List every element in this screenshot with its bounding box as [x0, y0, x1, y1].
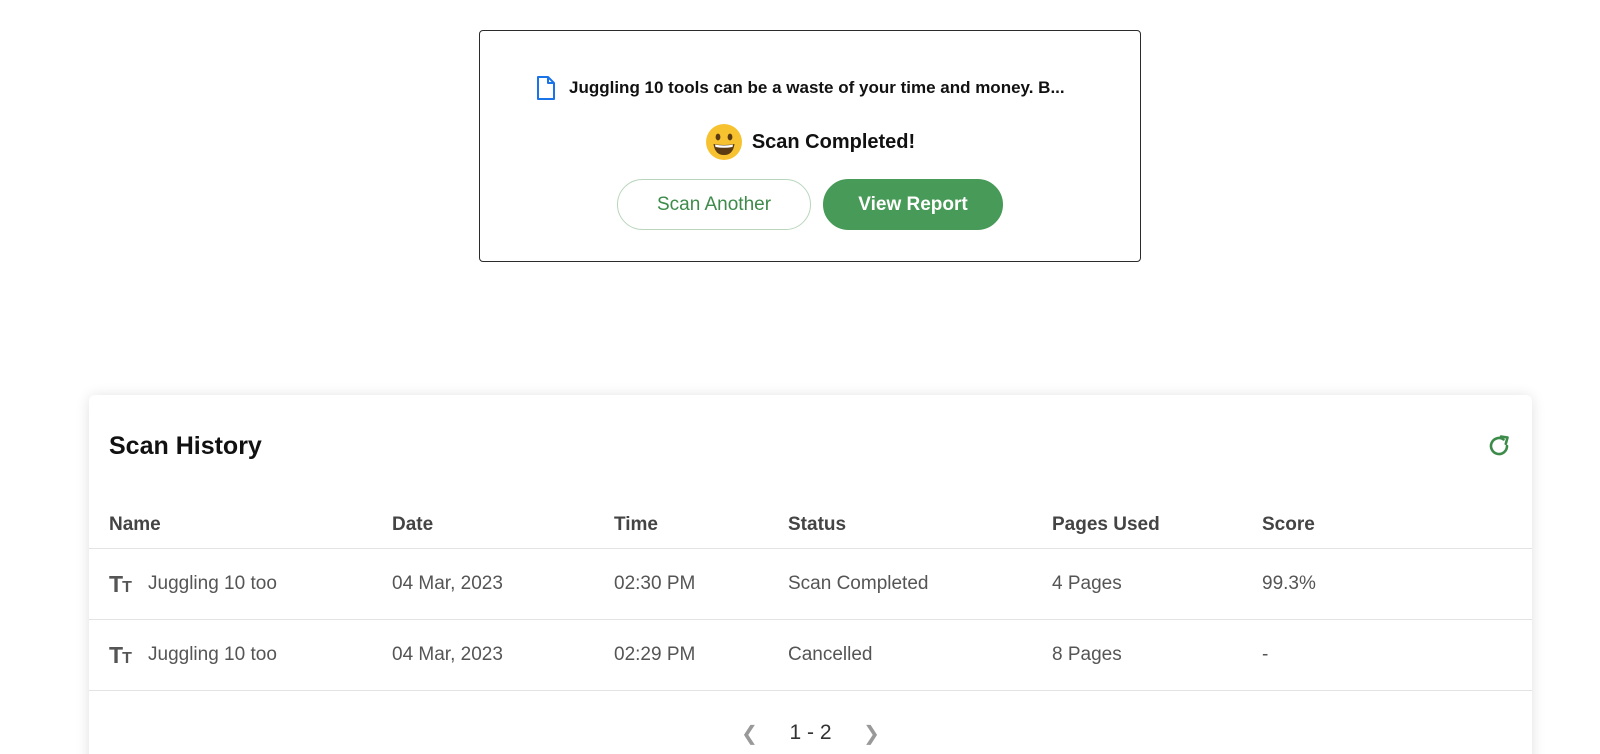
row-status: Cancelled [788, 644, 873, 665]
row-name: Juggling 10 too [148, 573, 277, 594]
column-header-date[interactable]: Date [392, 514, 614, 536]
row-score: - [1262, 644, 1269, 665]
column-header-name[interactable]: Name [89, 514, 392, 536]
column-header-status[interactable]: Status [788, 514, 1052, 536]
table-row[interactable]: TT Juggling 10 too 04 Mar, 2023 02:30 PM… [89, 549, 1532, 620]
document-row: Juggling 10 tools can be a waste of your… [535, 75, 1065, 101]
column-header-score[interactable]: Score [1262, 514, 1462, 536]
result-actions: Scan Another View Report [480, 179, 1140, 230]
row-time: 02:30 PM [614, 573, 696, 594]
scan-history-title: Scan History [109, 431, 262, 460]
chevron-right-icon[interactable]: ❯ [860, 721, 884, 746]
column-header-time[interactable]: Time [614, 514, 788, 536]
pagination: ❮ 1 - 2 ❯ [89, 713, 1532, 753]
row-name-cell: TT Juggling 10 too [89, 641, 392, 668]
row-name-cell: TT Juggling 10 too [89, 570, 392, 597]
pagination-range: 1 - 2 [789, 721, 832, 744]
text-type-icon: TT [109, 570, 132, 597]
row-name: Juggling 10 too [148, 644, 277, 665]
scan-history-panel: Scan History Name Date Time Status Pages… [89, 395, 1532, 754]
row-date: 04 Mar, 2023 [392, 644, 503, 665]
text-type-icon: TT [109, 641, 132, 668]
scan-result-card: Juggling 10 tools can be a waste of your… [479, 30, 1141, 262]
row-pages-used: 4 Pages [1052, 573, 1122, 594]
smiley-emoji-icon [705, 123, 743, 161]
row-status: Scan Completed [788, 573, 929, 594]
table-header: Name Date Time Status Pages Used Score [89, 501, 1532, 549]
column-header-pages-used[interactable]: Pages Used [1052, 514, 1262, 536]
scan-status-row: Scan Completed! [480, 123, 1140, 161]
document-title: Juggling 10 tools can be a waste of your… [569, 78, 1065, 97]
row-score: 99.3% [1262, 573, 1316, 594]
row-time: 02:29 PM [614, 644, 696, 665]
view-report-button[interactable]: View Report [823, 179, 1003, 230]
table-row[interactable]: TT Juggling 10 too 04 Mar, 2023 02:29 PM… [89, 620, 1532, 691]
chevron-left-icon[interactable]: ❮ [737, 721, 761, 746]
document-icon [535, 75, 557, 101]
row-date: 04 Mar, 2023 [392, 573, 503, 594]
refresh-icon[interactable] [1486, 433, 1512, 459]
scan-status-text: Scan Completed! [751, 130, 916, 153]
scan-history-table: Name Date Time Status Pages Used Score T… [89, 501, 1532, 691]
scan-another-button[interactable]: Scan Another [617, 179, 811, 230]
page: Juggling 10 tools can be a waste of your… [0, 0, 1600, 754]
row-pages-used: 8 Pages [1052, 644, 1122, 665]
scan-history-header: Scan History [109, 431, 1512, 461]
